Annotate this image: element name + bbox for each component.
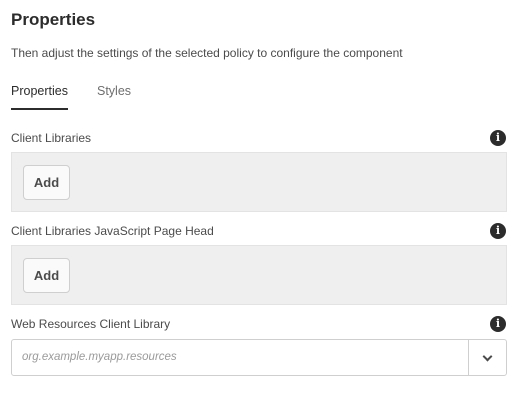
info-icon[interactable]: i: [490, 130, 506, 146]
page-description: Then adjust the settings of the selected…: [11, 46, 403, 60]
web-resources-select[interactable]: org.example.myapp.resources: [11, 339, 507, 376]
dropdown-toggle-button[interactable]: [468, 340, 506, 375]
chevron-down-icon: [482, 351, 493, 362]
info-icon[interactable]: i: [490, 316, 506, 332]
tab-properties[interactable]: Properties: [11, 80, 68, 110]
client-libraries-js-head-label: Client Libraries JavaScript Page Head: [11, 224, 214, 238]
tab-selected-indicator: [11, 108, 68, 110]
tab-styles-label: Styles: [97, 84, 132, 98]
client-libraries-label: Client Libraries: [11, 131, 92, 145]
info-icon[interactable]: i: [490, 223, 506, 239]
client-libraries-multifield: Add: [11, 152, 507, 212]
add-js-head-library-button[interactable]: Add: [23, 258, 70, 293]
page-title: Properties: [11, 10, 96, 29]
tab-list: Properties Styles: [11, 80, 511, 110]
add-client-library-button[interactable]: Add: [23, 165, 70, 200]
web-resources-placeholder: org.example.myapp.resources: [22, 351, 177, 363]
tab-properties-label: Properties: [11, 84, 68, 98]
client-libraries-js-head-multifield: Add: [11, 245, 507, 305]
web-resources-label: Web Resources Client Library: [11, 317, 171, 331]
tab-styles[interactable]: Styles: [97, 80, 131, 108]
